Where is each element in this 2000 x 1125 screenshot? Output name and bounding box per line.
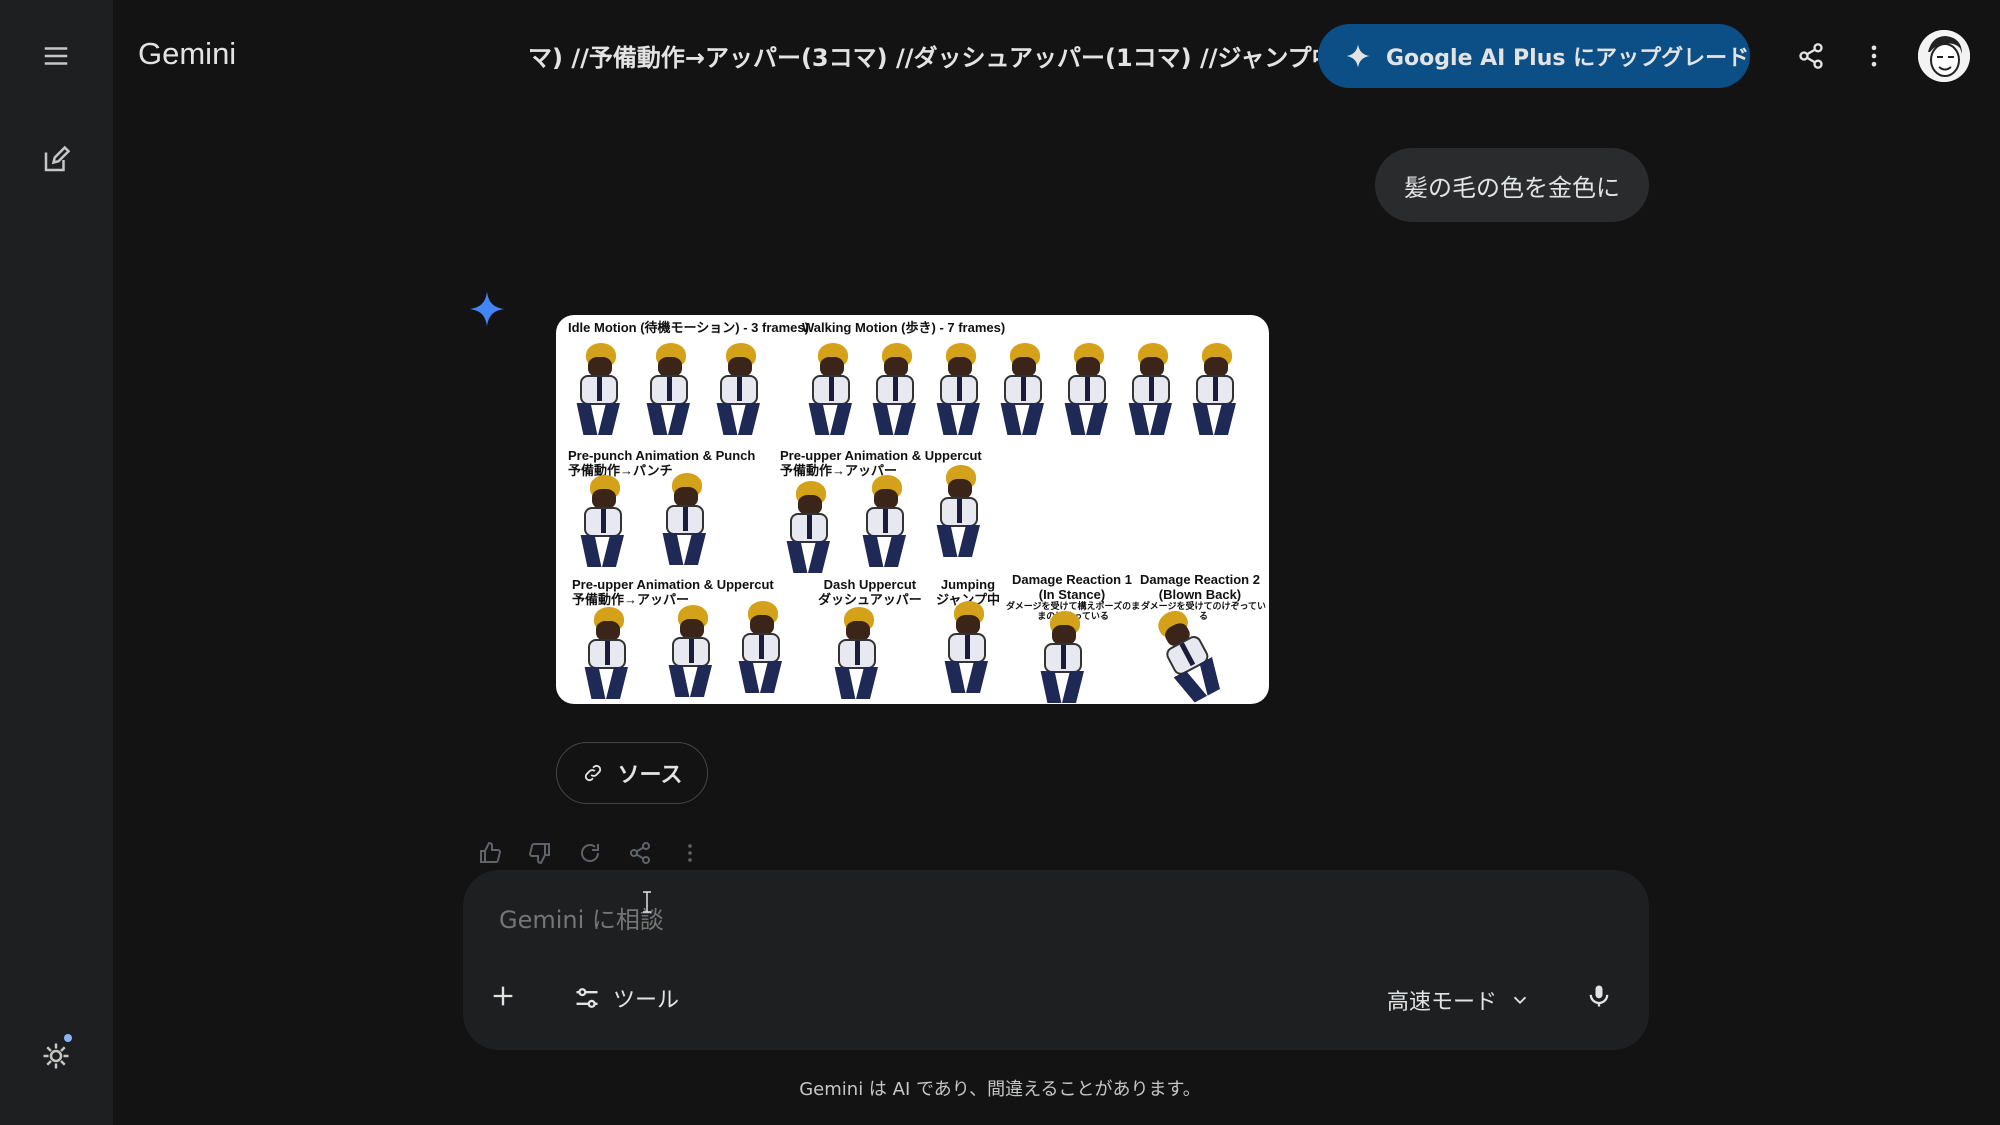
sprite-frame (1122, 343, 1178, 435)
edit-icon (44, 145, 71, 172)
sprite-sheet-image[interactable]: Idle Motion (待機モーション) - 3 frames) Walkin… (556, 315, 1269, 704)
chevron-down-icon (1513, 996, 1527, 1005)
sidebar (0, 0, 113, 1125)
thumb-up-icon (480, 841, 502, 863)
bad-response-button[interactable] (528, 838, 552, 868)
label-idle: Idle Motion (待機モーション) - 3 frames) (568, 320, 809, 335)
share-icon (1799, 43, 1823, 69)
sprite-frame (578, 607, 634, 699)
mode-selector[interactable]: 高速モード (1387, 984, 1531, 1016)
source-chip[interactable]: ソース (556, 742, 708, 804)
good-response-button[interactable] (478, 838, 502, 868)
sprite-frame (570, 343, 626, 435)
upgrade-label: Google AI Plus にアップグレード (1386, 46, 1750, 71)
upgrade-button[interactable]: Google AI Plus にアップグレード (1318, 24, 1750, 88)
settings-button[interactable] (32, 1032, 80, 1080)
sprite-frame (640, 343, 696, 435)
user-message: 髪の毛の色を金色に (1375, 148, 1649, 222)
notification-dot (64, 1034, 72, 1042)
sprite-frame (802, 343, 858, 435)
share-response-button[interactable] (628, 838, 652, 868)
sprite-frame (938, 601, 994, 693)
response-actions (478, 838, 702, 868)
sprite-frame (780, 481, 836, 573)
sprite-frame (574, 475, 630, 567)
plus-icon (493, 986, 513, 1006)
brand-title[interactable]: Gemini (138, 36, 236, 72)
thumb-down-icon (528, 843, 550, 865)
add-attachment-button[interactable] (489, 982, 517, 1010)
sprite-frame (732, 601, 788, 693)
sprite-frame (994, 343, 1050, 435)
sprite-frame (1186, 343, 1242, 435)
sprite-frame (856, 475, 912, 567)
tune-icon (576, 988, 598, 1008)
conversation-title[interactable]: マ) //予備動作→アッパー(3コマ) //ダッシュアッパー(1コマ) //ジャ… (528, 38, 1318, 73)
disclaimer: Gemini は AI であり、間違えることがあります。 (799, 1079, 1201, 1100)
share-button[interactable] (1787, 32, 1835, 80)
mode-label: 高速モード (1387, 990, 1498, 1015)
menu-icon (44, 47, 68, 65)
label-damage-2: Damage Reaction 2 (Blown Back) (1140, 572, 1260, 602)
link-icon (584, 764, 601, 782)
avatar[interactable] (1918, 30, 1970, 82)
more-response-options-button[interactable] (678, 838, 702, 868)
sprite-frame (930, 465, 986, 557)
more-options-button[interactable] (1850, 32, 1898, 80)
mic-icon (1589, 985, 1609, 1007)
sprite-frame (656, 473, 712, 565)
sprite-frame (710, 343, 766, 435)
text-cursor-icon (643, 891, 651, 913)
sprite-frame (1034, 611, 1090, 703)
tools-button[interactable]: ツール (573, 982, 679, 1014)
label-walking: Walking Motion (歩き) - 7 frames) (802, 320, 1006, 335)
microphone-button[interactable] (1585, 982, 1613, 1010)
sprite-frame (866, 343, 922, 435)
more-vert-icon (1871, 45, 1877, 67)
regenerate-button[interactable] (578, 838, 602, 868)
new-chat-button[interactable] (32, 136, 80, 184)
sparkle-icon (1346, 44, 1370, 68)
label-damage-1: Damage Reaction 1 (In Stance) (1012, 572, 1132, 602)
menu-button[interactable] (32, 32, 80, 80)
more-vert-icon (688, 844, 692, 862)
sprite-frame (1058, 343, 1114, 435)
refresh-icon (581, 844, 600, 862)
sprite-frame (662, 605, 718, 697)
gemini-sparkle-icon (469, 291, 505, 327)
gear-icon (43, 1043, 69, 1069)
sprite-frame (930, 343, 986, 435)
label-dash: Dash Uppercut ダッシュアッパー (818, 577, 922, 607)
share-icon (630, 842, 650, 864)
sprite-frame (828, 607, 884, 699)
avatar-icon (1918, 30, 1970, 82)
source-chip-label: ソース (617, 763, 683, 788)
tools-label: ツール (613, 988, 680, 1013)
